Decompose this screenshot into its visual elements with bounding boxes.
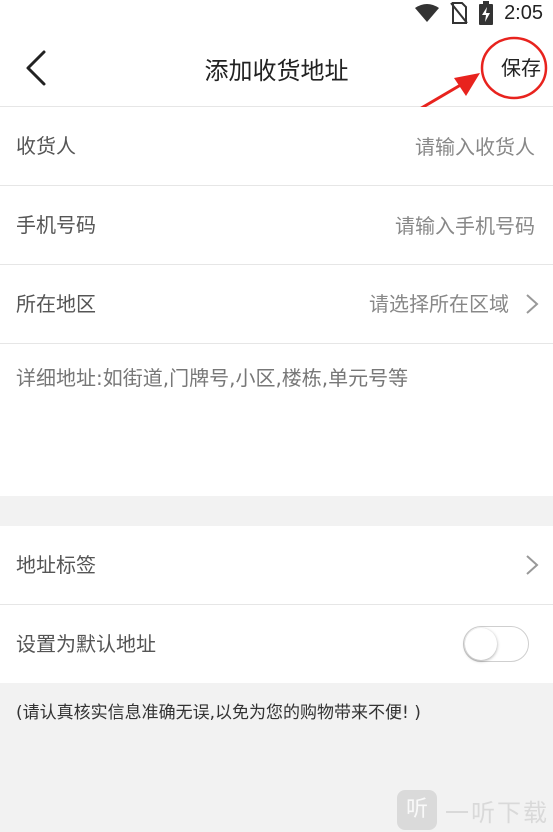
address-options: 地址标签 设置为默认地址 xyxy=(0,526,553,683)
address-form: 收货人 手机号码 所在地区 请选择所在区域 xyxy=(0,107,553,496)
status-icons: 2:05 xyxy=(414,0,543,26)
toggle-knob xyxy=(465,628,497,660)
consignee-input[interactable] xyxy=(233,126,537,168)
default-address-label: 设置为默认地址 xyxy=(16,632,156,656)
notice-text: (请认真核实信息准确无误,以免为您的购物带来不便! ) xyxy=(16,703,421,723)
default-address-toggle[interactable] xyxy=(463,626,529,662)
default-address-row: 设置为默认地址 xyxy=(0,605,553,683)
phone-input[interactable] xyxy=(233,205,537,247)
navbar: 添加收货地址 保存 xyxy=(0,26,553,107)
region-select[interactable]: 请选择所在区域 xyxy=(369,265,509,343)
consignee-label: 收货人 xyxy=(16,134,76,158)
watermark: 听 一听下载 xyxy=(397,790,549,830)
page-title: 添加收货地址 xyxy=(204,57,349,85)
address-tag-label: 地址标签 xyxy=(16,553,96,577)
phone-row: 手机号码 xyxy=(0,186,553,265)
region-row[interactable]: 所在地区 请选择所在区域 xyxy=(0,265,553,344)
status-bar: 2:05 xyxy=(0,0,553,26)
battery-charging-icon xyxy=(479,1,494,25)
watermark-logo: 听 xyxy=(397,790,437,830)
wifi-icon xyxy=(415,4,440,22)
detail-address-input[interactable] xyxy=(0,344,553,496)
status-time: 2:05 xyxy=(504,1,543,24)
watermark-text: 一听下载 xyxy=(445,798,549,827)
phone-label: 手机号码 xyxy=(16,213,96,237)
no-sim-icon xyxy=(450,2,468,24)
chevron-right-icon xyxy=(526,294,539,314)
save-button[interactable]: 保存 xyxy=(501,52,541,81)
region-label: 所在地区 xyxy=(16,292,96,316)
chevron-right-icon xyxy=(526,555,539,575)
consignee-row: 收货人 xyxy=(0,107,553,186)
address-tag-row[interactable]: 地址标签 xyxy=(0,526,553,605)
